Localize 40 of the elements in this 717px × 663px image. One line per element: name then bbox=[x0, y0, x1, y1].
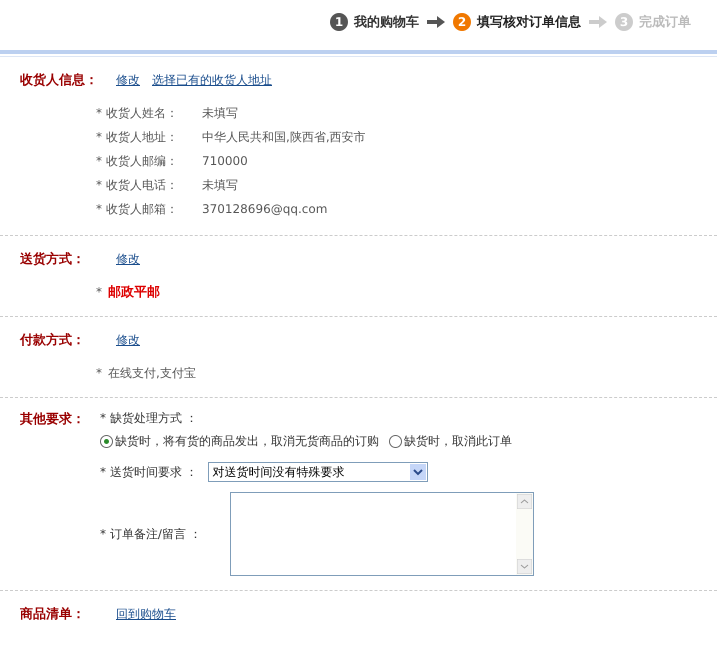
step-label: 填写核对订单信息 bbox=[477, 14, 581, 31]
section-title: 其他要求： bbox=[20, 411, 86, 428]
step-label: 完成订单 bbox=[639, 14, 691, 31]
step-number-badge: 1 bbox=[330, 13, 348, 31]
radio-option[interactable]: 缺货时，取消此订单 bbox=[389, 433, 512, 450]
arrow-icon bbox=[427, 16, 445, 28]
field-label: * 收货人电话： bbox=[96, 176, 179, 194]
field-value: 370128696@qq.com bbox=[202, 202, 328, 216]
field-label: * 收货人邮编： bbox=[96, 152, 179, 170]
section-title: 送货方式： bbox=[20, 250, 86, 268]
link[interactable]: 修改 bbox=[116, 332, 140, 348]
field-label: * 订单备注/留言 ： bbox=[100, 526, 203, 542]
radio-option[interactable]: 缺货时，将有货的商品发出，取消无货商品的订购 bbox=[100, 433, 379, 450]
field-label: * 缺货处理方式 ： bbox=[100, 410, 199, 427]
section-title: 收货人信息： bbox=[20, 72, 99, 89]
field-label: * 收货人邮箱： bbox=[96, 200, 179, 218]
selected-method: 邮政平邮 bbox=[108, 284, 160, 301]
field-label: * 送货时间要求 ： bbox=[100, 464, 198, 480]
scroll-up-icon[interactable] bbox=[517, 494, 532, 509]
section-title: 付款方式： bbox=[20, 332, 86, 349]
link[interactable]: 回到购物车 bbox=[116, 606, 176, 622]
field-value: 710000 bbox=[202, 154, 248, 168]
scroll-down-icon[interactable] bbox=[517, 559, 532, 574]
arrow-icon bbox=[589, 16, 607, 28]
section-title: 商品清单： bbox=[20, 606, 86, 623]
bullet-mark: * bbox=[96, 285, 102, 299]
field-value: 未填写 bbox=[202, 176, 238, 194]
field-value: 未填写 bbox=[202, 104, 238, 122]
note-textarea[interactable] bbox=[230, 492, 534, 576]
bullet-mark: * bbox=[96, 366, 102, 380]
selected-method: 在线支付,支付宝 bbox=[108, 364, 196, 382]
time-select[interactable]: 对送货时间没有特殊要求 bbox=[208, 462, 428, 482]
field-value: 中华人民共和国,陕西省,西安市 bbox=[202, 128, 366, 146]
field-label: * 收货人地址： bbox=[96, 128, 179, 146]
link[interactable]: 选择已有的收货人地址 bbox=[152, 72, 272, 88]
field-label: * 收货人姓名： bbox=[96, 104, 179, 122]
link[interactable]: 修改 bbox=[116, 250, 140, 268]
link[interactable]: 修改 bbox=[116, 72, 140, 88]
step-label: 我的购物车 bbox=[354, 14, 419, 31]
step-number-badge: 2 bbox=[453, 13, 471, 31]
